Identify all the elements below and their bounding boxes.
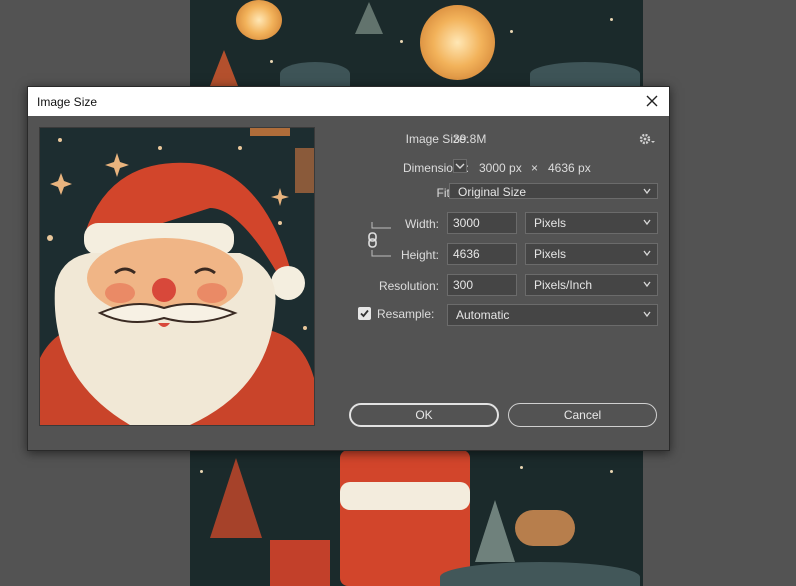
image-size-dialog: Image Size Image Size: 39.8M Dimensions:… (27, 86, 670, 451)
resample-select[interactable]: Automatic (447, 304, 658, 326)
santa-fur (340, 482, 470, 510)
fit-to-value: Original Size (458, 185, 527, 199)
ok-button[interactable]: OK (349, 403, 499, 427)
bush (530, 62, 640, 86)
height-input[interactable] (447, 243, 517, 265)
dialog-titlebar: Image Size (28, 87, 669, 116)
chevron-down-icon[interactable] (453, 159, 467, 173)
height-label: Height: (400, 248, 439, 262)
resolution-unit-select[interactable]: Pixels/Inch (525, 274, 658, 296)
height-unit-select[interactable]: Pixels (525, 243, 658, 265)
dimensions-height: 4636 px (548, 161, 591, 175)
width-unit-select[interactable]: Pixels (525, 212, 658, 234)
fit-to-select[interactable]: Original Size (449, 183, 658, 199)
chevron-down-icon (643, 188, 651, 195)
chevron-down-icon (643, 311, 651, 318)
dialog-title: Image Size (37, 95, 98, 109)
width-unit-value: Pixels (534, 216, 567, 230)
santa-preview-image (40, 128, 314, 425)
resolution-unit-value: Pixels/Inch (534, 278, 593, 292)
chevron-down-icon (643, 250, 651, 257)
resample-checkbox[interactable] (358, 307, 371, 320)
dimensions-times: × (531, 161, 539, 175)
tree (355, 2, 383, 34)
santa-body (340, 450, 470, 586)
image-preview[interactable] (39, 127, 315, 426)
hill (440, 562, 640, 586)
tree (210, 458, 262, 538)
close-icon[interactable] (643, 92, 661, 110)
gear-icon[interactable] (639, 133, 655, 145)
width-input[interactable] (447, 212, 517, 234)
resolution-input[interactable] (447, 274, 517, 296)
bush (280, 62, 350, 86)
chevron-down-icon (643, 281, 651, 288)
tree (210, 50, 238, 86)
bear (515, 510, 575, 546)
chevron-down-icon (643, 219, 651, 226)
image-size-value: 39.8M (453, 132, 487, 146)
gift-box (270, 540, 330, 586)
resample-label: Resample: (377, 307, 435, 321)
height-unit-value: Pixels (534, 247, 567, 261)
tree (475, 500, 515, 562)
dimensions-width: 3000 px (479, 161, 522, 175)
cancel-button[interactable]: Cancel (508, 403, 657, 427)
resolution-label: Resolution: (378, 279, 439, 293)
width-label: Width: (404, 217, 439, 231)
resample-value: Automatic (456, 308, 510, 322)
moon-ornament (420, 5, 495, 80)
moon-ornament (236, 0, 282, 40)
